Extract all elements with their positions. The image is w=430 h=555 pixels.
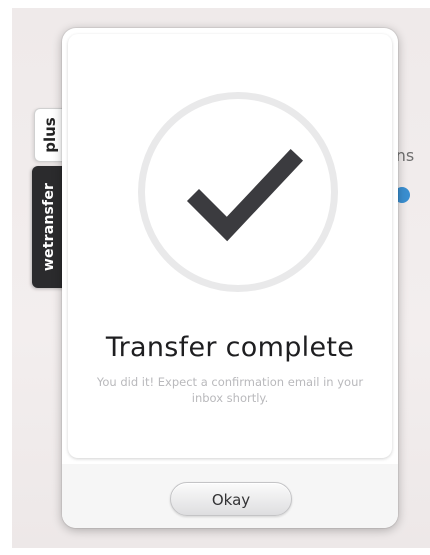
transfer-complete-dialog: Transfer complete You did it! Expect a c… xyxy=(62,28,398,528)
wetransfer-tab[interactable]: wetransfer xyxy=(32,166,66,288)
okay-button[interactable]: Okay xyxy=(170,482,292,516)
checkmark-circle xyxy=(138,92,338,292)
dialog-message: You did it! Expect a confirmation email … xyxy=(96,375,364,405)
dialog-footer: Okay xyxy=(62,464,398,528)
dialog-title: Transfer complete xyxy=(105,332,355,363)
plus-tab-label: plus xyxy=(41,117,59,153)
plus-tab[interactable]: plus xyxy=(34,108,65,162)
dialog-body: Transfer complete You did it! Expect a c… xyxy=(68,34,392,458)
screen: ons plus wetransfer Transfer complete Yo… xyxy=(0,0,430,555)
wetransfer-tab-label: wetransfer xyxy=(41,182,57,272)
checkmark-icon xyxy=(186,148,304,242)
